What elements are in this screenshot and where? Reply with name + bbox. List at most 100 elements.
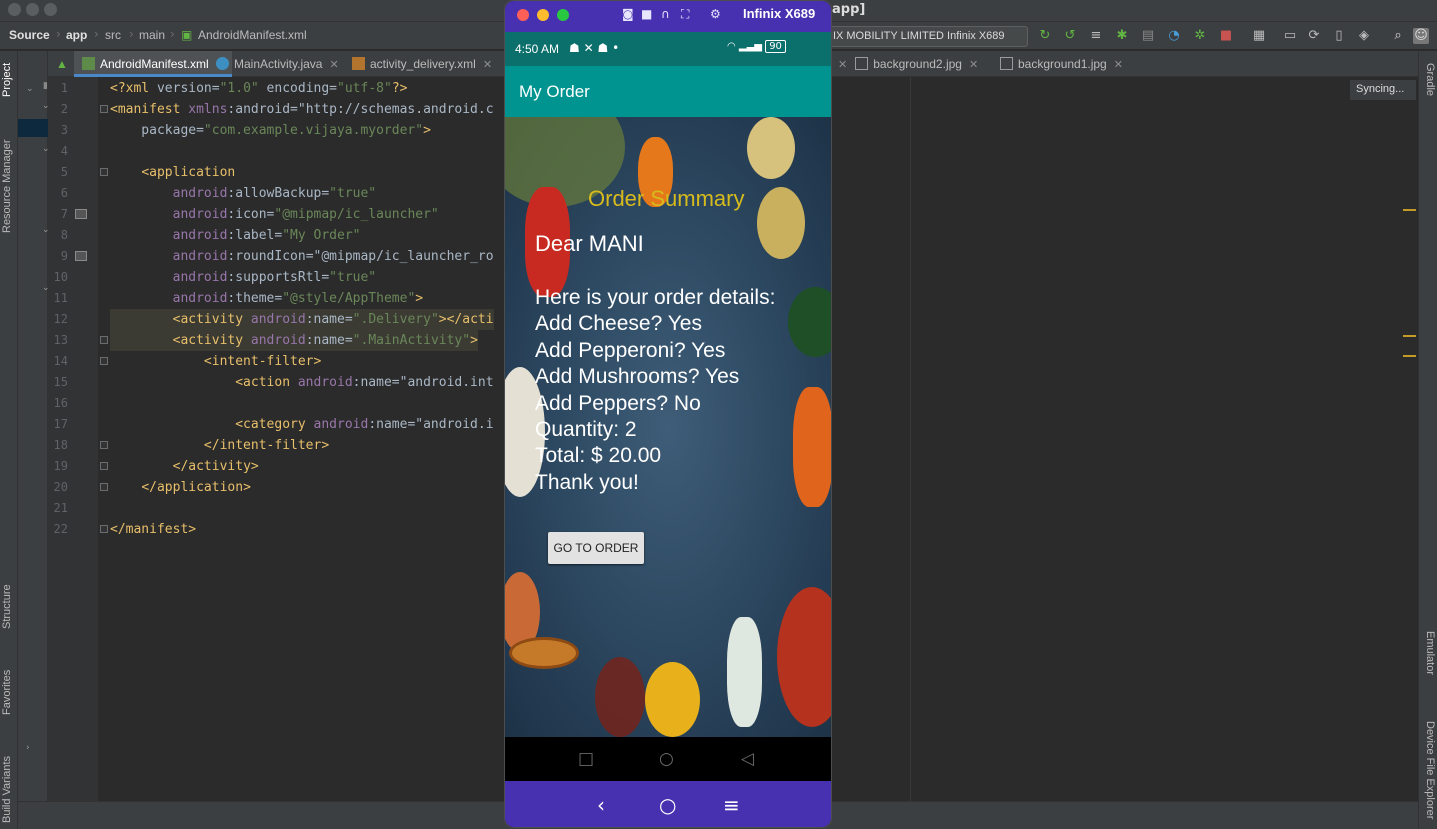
fold-marker-icon[interactable]: [100, 441, 108, 449]
tool-window-project[interactable]: Project: [1, 63, 13, 97]
breadcrumb-app[interactable]: app: [66, 28, 87, 42]
code-line[interactable]: </activity>: [110, 456, 259, 477]
code-line[interactable]: <activity android:name=".Delivery"></act…: [110, 309, 494, 330]
code-line[interactable]: <manifest xmlns:android="http://schemas.…: [110, 99, 494, 120]
code-line[interactable]: android:allowBackup="true": [110, 183, 377, 204]
layout-inspector-icon[interactable]: ◈: [1356, 28, 1372, 44]
close-tab-icon[interactable]: ✕: [329, 59, 338, 71]
zoom-window-button[interactable]: [44, 3, 57, 16]
line-number: 17: [53, 417, 68, 431]
tree-expand-icon[interactable]: ⌄: [26, 84, 34, 94]
fold-marker-icon[interactable]: [100, 168, 108, 176]
warning-marker[interactable]: [1403, 335, 1416, 337]
code-line[interactable]: <?xml version="1.0" encoding="utf-8"?>: [110, 78, 407, 99]
debug-icon[interactable]: ✱: [1114, 28, 1130, 44]
layout-xml-icon: [352, 57, 365, 70]
stop-icon[interactable]: ■: [1218, 28, 1234, 44]
launcher-icon-preview[interactable]: [75, 209, 87, 219]
code-line[interactable]: android:label="My Order": [110, 225, 361, 246]
fold-marker-icon[interactable]: [100, 483, 108, 491]
sdk-manager-icon[interactable]: ▭: [1282, 28, 1298, 44]
code-line[interactable]: </application>: [110, 477, 251, 498]
tool-window-emulator[interactable]: Emulator: [1424, 631, 1436, 675]
fullscreen-icon[interactable]: ⛶: [681, 7, 689, 22]
breadcrumb-source[interactable]: Source: [9, 28, 50, 42]
camera-icon[interactable]: ◙: [622, 7, 634, 21]
emulator-minimize-button[interactable]: [537, 9, 549, 21]
tool-window-favorites[interactable]: Favorites: [1, 670, 13, 715]
close-tab-icon[interactable]: ✕: [483, 59, 492, 71]
ide-window: app] Source › app › src › main › ▣ Andro…: [0, 0, 1437, 829]
fold-marker-icon[interactable]: [100, 525, 108, 533]
code-line[interactable]: android:icon="@mipmap/ic_launcher": [110, 204, 439, 225]
settings-gear-icon[interactable]: ⚙: [710, 7, 721, 21]
breadcrumb-main[interactable]: main: [139, 28, 165, 42]
close-tab-icon[interactable]: ✕: [969, 59, 978, 71]
apply-changes-icon[interactable]: ↻: [1037, 28, 1053, 44]
round-icon-preview[interactable]: [75, 251, 87, 261]
tab-background2[interactable]: ✕ background2.jpg ✕: [830, 51, 986, 77]
close-tab-icon[interactable]: ✕: [838, 59, 847, 71]
go-to-order-button[interactable]: GO TO ORDER: [548, 532, 644, 564]
avatar-icon[interactable]: ☺: [1413, 28, 1429, 44]
emulator-menu-icon[interactable]: ≡: [723, 793, 740, 817]
wifi-icon: ◠: [727, 41, 736, 52]
tool-window-build-variants[interactable]: Build Variants: [1, 756, 13, 823]
code-line[interactable]: </intent-filter>: [110, 435, 329, 456]
warning-marker[interactable]: [1403, 355, 1416, 357]
breadcrumb-src[interactable]: src: [105, 28, 121, 42]
video-icon[interactable]: ■: [641, 7, 652, 21]
profile-icon[interactable]: ◔: [1166, 28, 1182, 44]
apply-code-changes-icon[interactable]: ↺: [1062, 28, 1078, 44]
back-icon[interactable]: ◁: [741, 749, 754, 769]
emulator-zoom-button[interactable]: [557, 9, 569, 21]
minimize-window-button[interactable]: [26, 3, 39, 16]
recents-icon[interactable]: □: [578, 749, 594, 769]
tab-main-activity[interactable]: MainActivity.java ✕: [208, 51, 347, 77]
code-line[interactable]: <category android:name="android.i: [110, 414, 493, 435]
close-tab-icon[interactable]: ✕: [1114, 59, 1123, 71]
attach-debugger-icon[interactable]: ✲: [1192, 28, 1208, 44]
home-icon[interactable]: ○: [659, 749, 674, 769]
phone-status-bar: 4:50 AM ☗ ✕ ☗ • ◠ ▂▃▅ 90: [505, 32, 831, 66]
code-line[interactable]: <application: [110, 162, 235, 183]
code-line[interactable]: </manifest>: [110, 519, 196, 540]
tool-window-resource-manager[interactable]: Resource Manager: [1, 139, 13, 233]
order-detail-line: Quantity: 2: [535, 418, 637, 442]
headphones-icon[interactable]: ∩: [661, 7, 670, 21]
device-selector[interactable]: NIX MOBILITY LIMITED Infinix X689: [818, 26, 1028, 47]
avd-manager-icon[interactable]: ▯: [1331, 28, 1347, 44]
emulator-close-button[interactable]: [517, 9, 529, 21]
code-line[interactable]: android:theme="@style/AppTheme">: [110, 288, 423, 309]
close-window-button[interactable]: [8, 3, 21, 16]
code-line[interactable]: <action android:name="android.int: [110, 372, 493, 393]
fold-marker-icon[interactable]: [100, 462, 108, 470]
menu-lines-icon[interactable]: ≡: [1088, 28, 1104, 44]
emulator-home-icon[interactable]: ○: [659, 793, 676, 817]
fold-marker-icon[interactable]: [100, 105, 108, 113]
emulator-back-icon[interactable]: ‹: [597, 793, 605, 817]
code-line[interactable]: <activity android:name=".MainActivity">: [110, 330, 478, 351]
tool-window-structure[interactable]: Structure: [1, 584, 13, 629]
warning-marker[interactable]: [1403, 209, 1416, 211]
fold-marker-icon[interactable]: [100, 336, 108, 344]
tab-background1[interactable]: background1.jpg ✕: [992, 51, 1131, 77]
tool-window-gradle[interactable]: Gradle: [1424, 63, 1436, 96]
code-line[interactable]: android:roundIcon="@mipmap/ic_launcher_r…: [110, 246, 494, 267]
tree-collapse-icon[interactable]: ›: [26, 743, 30, 753]
code-line[interactable]: <intent-filter>: [110, 351, 321, 372]
emulator-header: ◙ ■ ∩ ⛶ ⚙ Infinix X689: [505, 1, 831, 32]
line-number: 4: [60, 144, 68, 158]
tool-window-device-file-explorer[interactable]: Device File Explorer: [1424, 721, 1436, 819]
search-icon[interactable]: ⌕: [1390, 28, 1406, 44]
code-line[interactable]: package="com.example.vijaya.myorder">: [110, 120, 431, 141]
code-line[interactable]: android:supportsRtl="true": [110, 267, 377, 288]
tab-activity-delivery[interactable]: activity_delivery.xml ✕: [344, 51, 500, 77]
project-structure-icon[interactable]: ▦: [1251, 28, 1267, 44]
sync-gradle-icon[interactable]: ⟳: [1306, 28, 1322, 44]
breadcrumb-file[interactable]: AndroidManifest.xml: [198, 28, 307, 42]
fold-marker-icon[interactable]: [100, 357, 108, 365]
coverage-icon[interactable]: ▤: [1140, 28, 1156, 44]
android-icon[interactable]: ▲: [48, 51, 74, 77]
project-tree-selection[interactable]: [18, 119, 48, 137]
